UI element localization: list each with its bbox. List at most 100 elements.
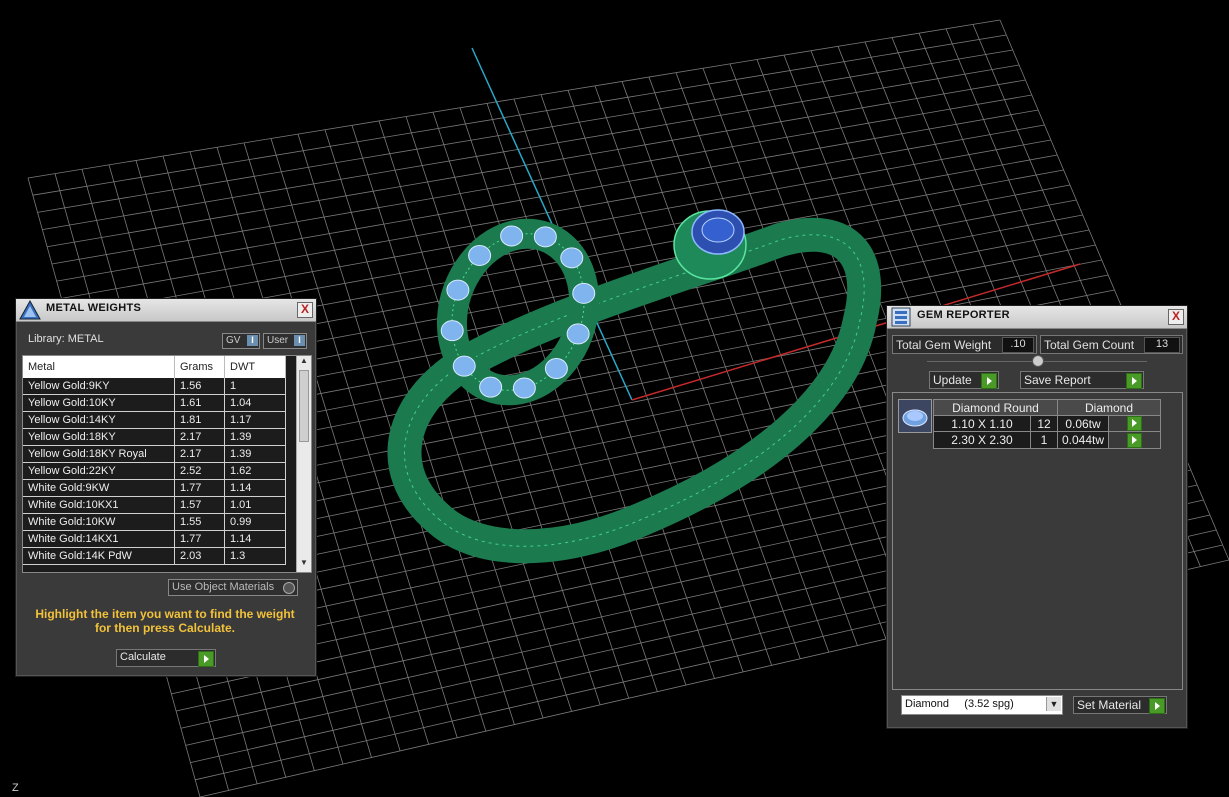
metal-cell-metal: Yellow Gold:9KY xyxy=(23,378,175,395)
update-label: Update xyxy=(933,373,972,387)
metal-cell-grams: 2.52 xyxy=(174,462,225,480)
table-row[interactable]: White Gold:10KW 1.55 0.99 xyxy=(23,513,286,531)
grid-line xyxy=(648,76,858,646)
metal-cell-grams: 1.57 xyxy=(174,496,225,514)
radio-icon xyxy=(283,582,295,594)
column-header-grams[interactable]: Grams xyxy=(174,356,225,378)
table-row[interactable]: White Gold:14KX1 1.77 1.14 xyxy=(23,530,286,548)
metal-cell-dwt: 1.39 xyxy=(224,445,286,463)
user-toggle[interactable]: User I xyxy=(263,333,307,349)
table-row[interactable]: Yellow Gold:9KY 1.56 1 xyxy=(23,378,286,395)
gv-toggle[interactable]: GV I xyxy=(222,333,260,349)
gem-reporter-title: GEM REPORTER xyxy=(917,309,1010,321)
gem-reporter-titlebar[interactable]: GEM REPORTER X xyxy=(887,306,1187,329)
table-row[interactable]: Yellow Gold:14KY 1.81 1.17 xyxy=(23,411,286,429)
toggle-knob-icon: I xyxy=(294,335,305,346)
total-count-value: 13 xyxy=(1144,337,1180,353)
metal-cell-metal: White Gold:10KX1 xyxy=(23,496,175,514)
metal-table: Metal Grams DWT Yellow Gold:9KY 1.56 1 Yell… xyxy=(23,356,286,565)
update-button[interactable]: Update xyxy=(929,371,999,389)
play-arrow-icon xyxy=(981,373,997,389)
halo-gem xyxy=(452,355,476,377)
use-object-materials-toggle[interactable]: Use Object Materials xyxy=(168,579,298,596)
gem-table: Diamond Round Diamond 1.10 X 1.10 12 0.06t… xyxy=(933,399,1161,449)
play-arrow-icon xyxy=(1126,373,1142,389)
metal-cell-grams: 1.77 xyxy=(174,479,225,497)
scroll-down-icon[interactable]: ▼ xyxy=(297,558,311,572)
metal-cell-dwt: 1.3 xyxy=(224,547,286,565)
grid-line xyxy=(621,81,830,653)
gem-row-action[interactable] xyxy=(1108,431,1161,449)
scroll-up-icon[interactable]: ▲ xyxy=(297,356,311,370)
metal-cell-metal: Yellow Gold:18KY xyxy=(23,428,175,446)
play-arrow-icon[interactable] xyxy=(1127,416,1143,432)
chevron-down-icon[interactable]: ▼ xyxy=(1046,697,1061,711)
halo-gem xyxy=(500,225,524,247)
column-header-dwt[interactable]: DWT xyxy=(224,356,286,378)
save-report-label: Save Report xyxy=(1024,373,1091,387)
save-report-button[interactable]: Save Report xyxy=(1020,371,1144,389)
gem-material-header: Diamond xyxy=(1057,399,1161,416)
close-icon[interactable]: X xyxy=(297,302,313,318)
instruction-text: Highlight the item you want to find the … xyxy=(35,607,295,635)
material-select-value: Diamond (3.52 spg) xyxy=(905,698,1014,710)
total-weight-field: Total Gem Weight .10 xyxy=(892,335,1037,354)
gem-shape-thumbnail[interactable] xyxy=(898,399,932,433)
table-row[interactable]: Yellow Gold:10KY 1.61 1.04 xyxy=(23,394,286,412)
halo-gem xyxy=(479,376,503,398)
metal-table-header: Metal Grams DWT xyxy=(23,356,286,378)
metal-table-scrollbar[interactable]: ▲ ▼ xyxy=(296,356,311,572)
use-object-materials-label: Use Object Materials xyxy=(172,581,275,593)
table-row[interactable]: Yellow Gold:22KY 2.52 1.62 xyxy=(23,462,286,480)
gem-list-area: Diamond Round Diamond 1.10 X 1.10 12 0.06t… xyxy=(892,392,1183,690)
calculate-label: Calculate xyxy=(120,651,166,663)
table-row[interactable]: White Gold:14K PdW 2.03 1.3 xyxy=(23,547,286,565)
metal-cell-dwt: 1.14 xyxy=(224,479,286,497)
halo-gem xyxy=(533,226,557,248)
metal-cell-grams: 1.56 xyxy=(174,378,225,395)
gem-row-action[interactable] xyxy=(1108,414,1161,433)
metal-cell-dwt: 1.62 xyxy=(224,462,286,480)
scroll-thumb[interactable] xyxy=(299,370,309,442)
metal-cell-grams: 2.17 xyxy=(174,445,225,463)
grid-line xyxy=(540,94,744,673)
metal-cell-metal: Yellow Gold:10KY xyxy=(23,394,175,412)
metal-cell-grams: 1.77 xyxy=(174,530,225,548)
ring-model xyxy=(387,209,882,564)
collapse-icon[interactable] xyxy=(1032,355,1044,367)
table-row[interactable]: Yellow Gold:18KY 2.17 1.39 xyxy=(23,428,286,446)
metal-weights-titlebar[interactable]: METAL WEIGHTS X xyxy=(16,299,316,322)
halo-gem xyxy=(446,279,470,301)
gv-toggle-label: GV xyxy=(226,335,241,346)
play-arrow-icon xyxy=(1149,698,1165,714)
gem-cell-size: 2.30 X 2.30 xyxy=(933,431,1031,449)
play-arrow-icon xyxy=(198,651,214,667)
round-diamond-icon xyxy=(902,409,928,427)
halo-gem xyxy=(572,282,596,304)
metal-cell-grams: 1.61 xyxy=(174,394,225,412)
close-icon[interactable]: X xyxy=(1168,309,1184,325)
table-row[interactable]: White Gold:9KW 1.77 1.14 xyxy=(23,479,286,497)
gem-shape-header: Diamond Round xyxy=(933,399,1058,416)
play-arrow-icon[interactable] xyxy=(1127,432,1143,448)
gem-cell-weight: 0.06tw xyxy=(1056,414,1110,433)
metal-weights-panel: METAL WEIGHTS X Library: METAL GV I User… xyxy=(15,298,317,677)
set-material-button[interactable]: Set Material xyxy=(1073,696,1167,714)
total-weight-label: Total Gem Weight xyxy=(896,338,992,352)
metal-cell-grams: 1.81 xyxy=(174,411,225,429)
table-row[interactable]: White Gold:10KX1 1.57 1.01 xyxy=(23,496,286,514)
table-row[interactable]: 2.30 X 2.30 1 0.044tw xyxy=(933,431,1161,449)
grid-line xyxy=(567,90,773,666)
table-row[interactable]: 1.10 X 1.10 12 0.06tw xyxy=(933,414,1161,433)
gem-table-header: Diamond Round Diamond xyxy=(933,399,1161,416)
set-material-label: Set Material xyxy=(1077,698,1142,712)
metal-cell-grams: 2.17 xyxy=(174,428,225,446)
user-toggle-label: User xyxy=(267,335,289,346)
calculate-button[interactable]: Calculate xyxy=(116,649,216,667)
column-header-metal[interactable]: Metal xyxy=(23,356,175,378)
center-gem xyxy=(701,217,735,243)
gem-cell-count: 12 xyxy=(1030,414,1058,433)
material-select[interactable]: Diamond (3.52 spg) ▼ xyxy=(901,695,1063,715)
table-row[interactable]: Yellow Gold:18KY Royal 2.17 1.39 xyxy=(23,445,286,463)
metal-table-container: Metal Grams DWT Yellow Gold:9KY 1.56 1 Yell… xyxy=(22,355,312,573)
